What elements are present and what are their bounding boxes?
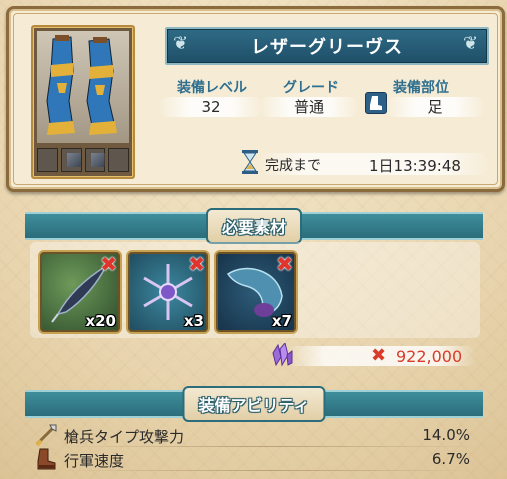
level-value: 32 xyxy=(159,97,263,117)
socket-row xyxy=(37,148,129,172)
material-quantity: x20 xyxy=(85,312,116,330)
ornament-icon: ❦ xyxy=(463,33,479,54)
item-info-card: ❦ レザーグリーヴス ❦ 装備レベル 32 グレード 普通 装備部位 足 完成ま… xyxy=(6,6,505,192)
ability-value: 6.7% xyxy=(431,450,470,468)
boot-slot-icon xyxy=(365,92,387,114)
insufficient-mark-icon: ✖ xyxy=(188,252,205,276)
grade-label: グレード xyxy=(283,80,339,96)
item-portrait-frame xyxy=(31,25,135,179)
grade-value: 普通 xyxy=(259,97,359,117)
level-label: 装備レベル xyxy=(177,80,247,96)
ability-row: 槍兵タイプ攻撃力 14.0% xyxy=(30,423,480,447)
abilities-header-bar: 装備アビリティ xyxy=(25,386,483,422)
completion-time: 1日13:39:48 xyxy=(369,157,461,175)
materials-title: 必要素材 xyxy=(221,218,287,237)
completion-label: 完成まで xyxy=(265,158,321,174)
socket-gem-slot[interactable] xyxy=(60,148,82,172)
item-name: レザーグリーヴス xyxy=(251,37,403,58)
hourglass-icon xyxy=(241,150,259,174)
materials-header: 必要素材 xyxy=(205,208,303,244)
ornament-icon: ❦ xyxy=(173,33,189,54)
abilities-title: 装備アビリティ xyxy=(198,396,310,415)
material-quantity: x7 xyxy=(271,312,292,330)
ability-row: 行軍速度 6.7% xyxy=(30,447,480,471)
materials-header-bar: 必要素材 xyxy=(25,208,483,244)
cost-row: ✖ 922,000 xyxy=(266,341,480,369)
boot-icon xyxy=(34,447,58,471)
insufficient-mark-icon: ✖ xyxy=(371,345,387,366)
cost-value: 922,000 xyxy=(396,347,463,366)
greaves-icon xyxy=(46,35,117,135)
leather-greaves-image xyxy=(37,31,129,143)
item-name-banner: ❦ レザーグリーヴス ❦ xyxy=(165,27,489,65)
empty-socket[interactable] xyxy=(108,148,129,172)
insufficient-mark-icon: ✖ xyxy=(276,252,293,276)
row-divider xyxy=(60,470,480,471)
abilities-header: 装備アビリティ xyxy=(182,386,326,422)
slot-label: 装備部位 xyxy=(393,80,449,96)
spear-icon xyxy=(34,423,58,447)
ability-value: 14.0% xyxy=(422,426,470,444)
material-quantity: x3 xyxy=(183,312,204,330)
empty-socket[interactable] xyxy=(37,148,58,172)
socket-gem-slot[interactable] xyxy=(84,148,106,172)
slot-value: 足 xyxy=(385,97,485,117)
material-slot-horn[interactable]: ✖ x7 xyxy=(214,250,298,334)
purple-crystal-icon xyxy=(270,341,294,367)
ability-name: 槍兵タイプ攻撃力 xyxy=(64,428,185,446)
insufficient-mark-icon: ✖ xyxy=(100,252,117,276)
material-slot-feather[interactable]: ✖ x20 xyxy=(38,250,122,334)
material-slot-crystal[interactable]: ✖ x3 xyxy=(126,250,210,334)
ability-name: 行軍速度 xyxy=(64,452,125,470)
